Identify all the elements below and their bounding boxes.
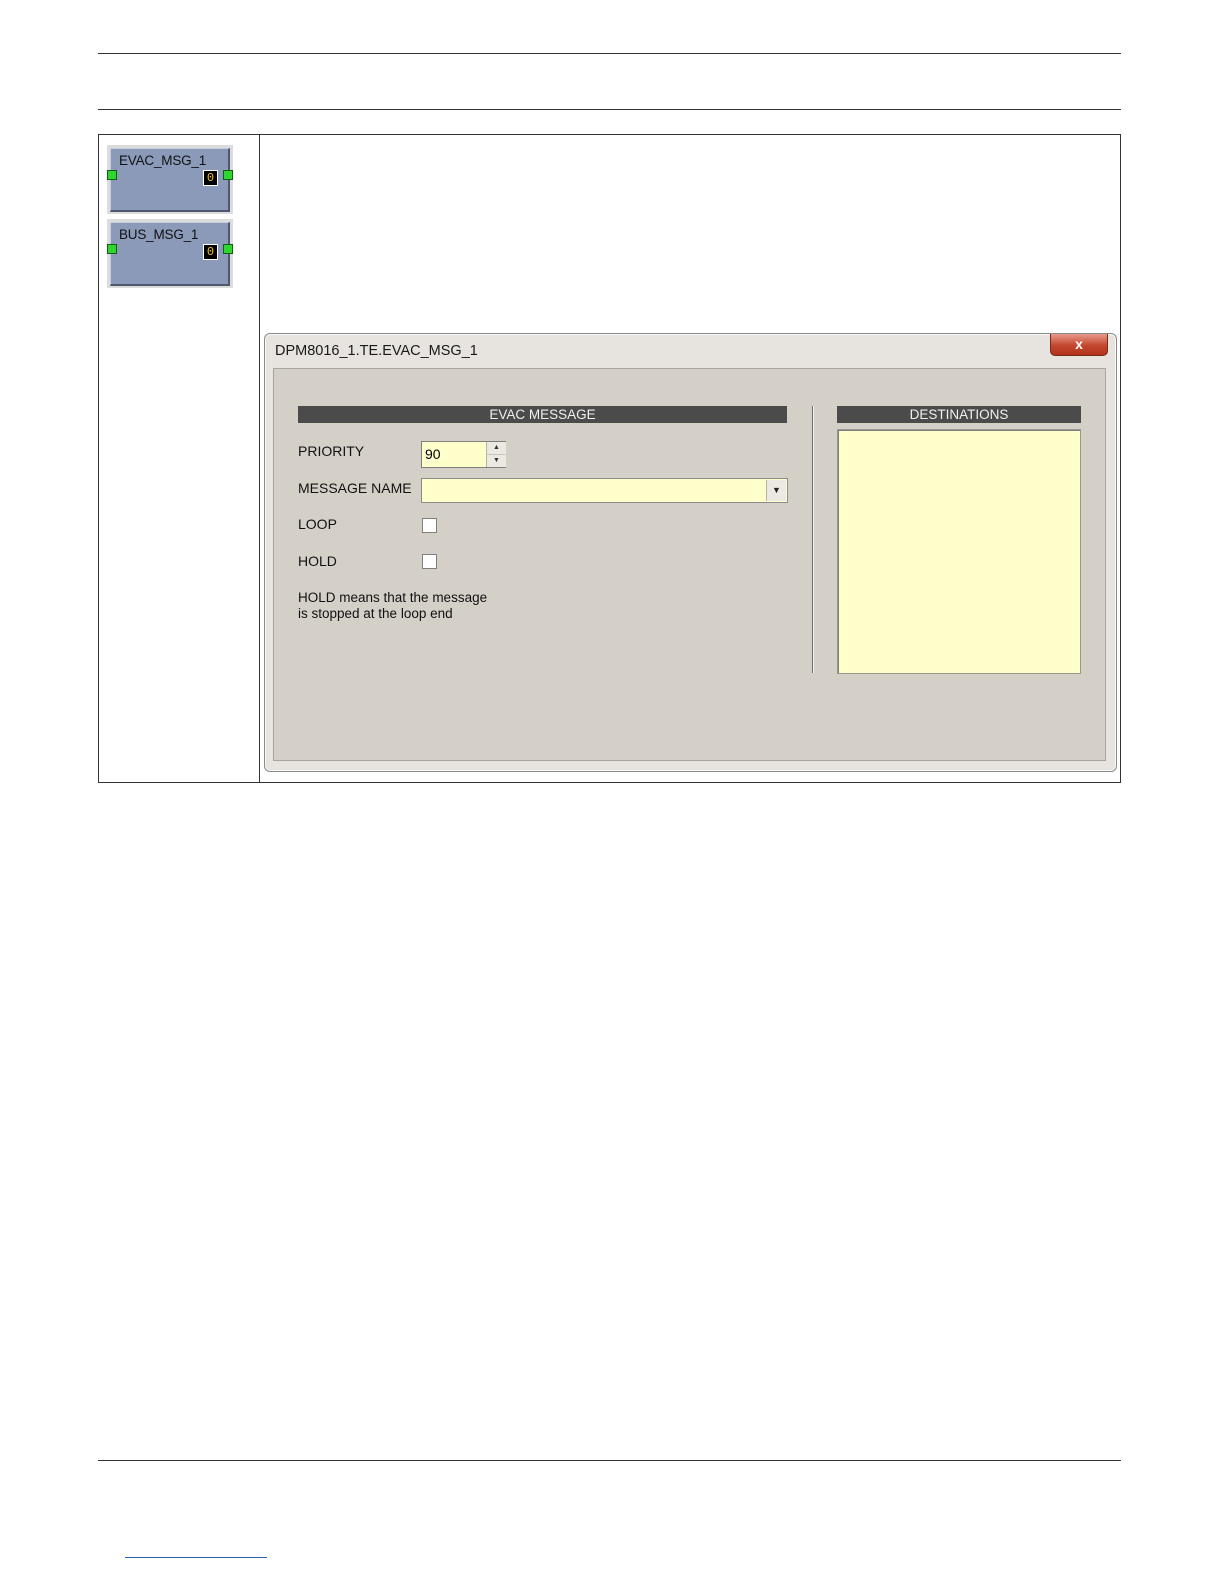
priority-spinner[interactable]: 90 ▲ ▼ <box>421 441 506 468</box>
block-body: EVAC_MSG_1 0 <box>110 148 230 212</box>
block-title: BUS_MSG_1 <box>119 227 199 242</box>
block-title: EVAC_MSG_1 <box>119 153 207 168</box>
hold-note-line: is stopped at the loop end <box>298 606 453 621</box>
output-pin[interactable] <box>223 244 233 254</box>
dialog-client-area: EVAC MESSAGE DESTINATIONS PRIORITY 90 ▲ … <box>273 368 1106 761</box>
dialog-title: DPM8016_1.TE.EVAC_MSG_1 <box>275 343 478 359</box>
priority-input[interactable]: 90 <box>422 442 486 467</box>
header-rule-top <box>98 53 1121 54</box>
evac-message-header: EVAC MESSAGE <box>298 406 787 423</box>
spin-up-icon[interactable]: ▲ <box>487 442 506 455</box>
block-value-display: 0 <box>203 170 218 186</box>
evac-msg-dialog: DPM8016_1.TE.EVAC_MSG_1 x EVAC MESSAGE D… <box>264 333 1117 772</box>
evac-msg-block[interactable]: EVAC_MSG_1 0 <box>107 145 233 214</box>
section-separator <box>812 406 814 673</box>
footer-rule <box>98 1460 1121 1461</box>
hold-label: HOLD <box>298 553 337 569</box>
output-pin[interactable] <box>223 170 233 180</box>
destinations-header: DESTINATIONS <box>837 406 1081 423</box>
table-column-divider <box>259 135 260 782</box>
bus-msg-block[interactable]: BUS_MSG_1 0 <box>107 219 233 288</box>
block-body: BUS_MSG_1 0 <box>110 222 230 286</box>
loop-label: LOOP <box>298 516 337 532</box>
input-pin[interactable] <box>107 170 117 180</box>
priority-label: PRIORITY <box>298 443 365 459</box>
destinations-list[interactable] <box>837 429 1081 674</box>
message-name-label: MESSAGE NAME <box>298 480 412 496</box>
hold-note: HOLD means that the message is stopped a… <box>298 590 518 622</box>
input-pin[interactable] <box>107 244 117 254</box>
hold-note-line: HOLD means that the message <box>298 590 488 605</box>
close-button[interactable]: x <box>1050 334 1108 356</box>
spin-down-icon[interactable]: ▼ <box>487 455 506 467</box>
message-name-dropdown[interactable]: ▼ <box>421 478 788 503</box>
close-icon: x <box>1075 336 1083 352</box>
chevron-down-icon[interactable]: ▼ <box>766 480 786 501</box>
hold-checkbox[interactable] <box>422 554 437 569</box>
footer-link-underline[interactable] <box>125 1557 267 1558</box>
content-table: EVAC_MSG_1 0 BUS_MSG_1 0 DPM8016_1.TE.EV… <box>98 134 1121 783</box>
block-value-display: 0 <box>203 244 218 260</box>
header-rule-bottom <box>98 109 1121 110</box>
loop-checkbox[interactable] <box>422 518 437 533</box>
spinner-buttons: ▲ ▼ <box>486 442 506 467</box>
